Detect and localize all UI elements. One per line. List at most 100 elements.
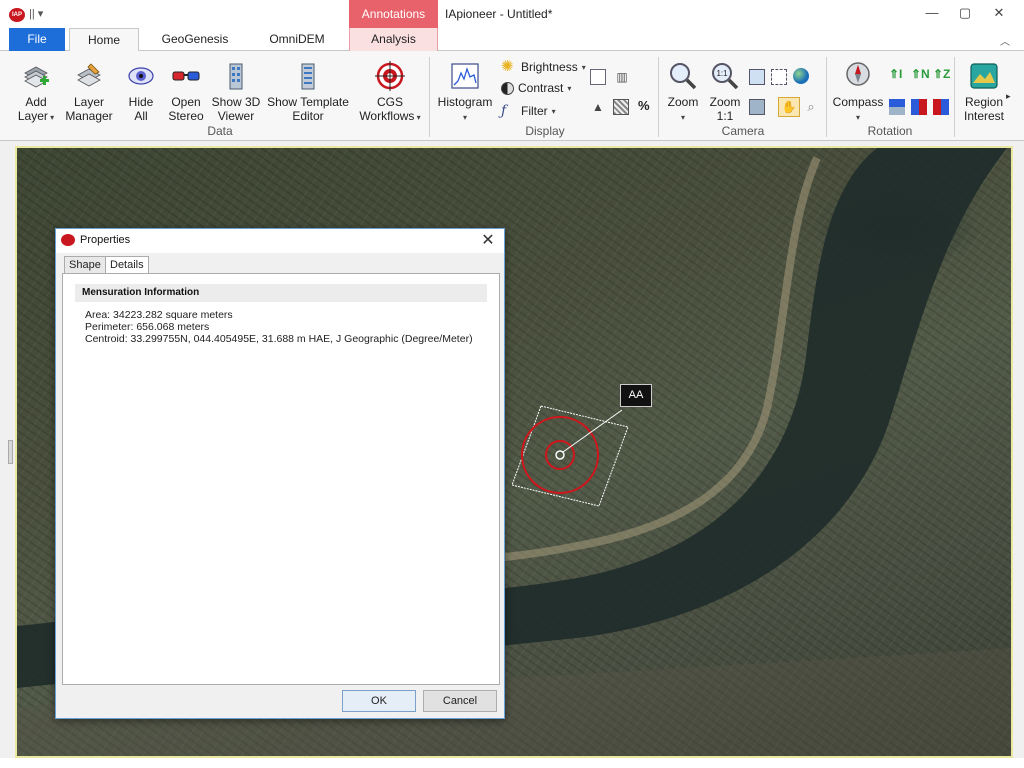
rotate-north-icon[interactable]: ⇑N [911, 67, 930, 81]
show-template-editor-label-1: Show Template [267, 95, 349, 109]
region-interest-button[interactable]: Region Interest [958, 61, 1010, 123]
open-stereo-label-1: Open [171, 95, 201, 109]
rotate-north-up-icon[interactable]: ⇑I [889, 67, 902, 81]
histogram-label: Histogram [437, 95, 493, 109]
collapse-ribbon-icon[interactable]: ︿ [1000, 33, 1010, 48]
layer-manager-label-1: Layer [73, 95, 105, 109]
contrast-button[interactable]: Contrast ▾ [501, 81, 571, 95]
quick-access-toolbar-icon[interactable]: || ▾ [29, 7, 43, 20]
rotate-flip-icon[interactable] [889, 99, 905, 115]
zoom-label: Zoom [667, 95, 699, 109]
filter-label: Filter [521, 104, 548, 118]
zoom-extent-icon[interactable] [749, 69, 765, 85]
zoom-1-1-icon-text: 1:1 [716, 69, 728, 78]
add-layer-label-2: Layer [17, 109, 48, 123]
show-3d-viewer-button[interactable]: Show 3D Viewer [211, 61, 261, 123]
tab-shape[interactable]: Shape [64, 256, 106, 273]
properties-dialog: Properties ✕ Shape Details Mensuration I… [55, 228, 505, 719]
annotations-context-group: Annotations [349, 0, 438, 28]
add-layer-label-1: Add [25, 95, 47, 109]
tab-omnidem[interactable]: OmniDEM [253, 28, 341, 51]
compass-label: Compass [832, 95, 884, 109]
eye-icon [128, 67, 154, 85]
zoom-1-1-label-2: 1:1 [716, 109, 734, 123]
percent-button[interactable]: % [638, 98, 650, 113]
region-interest-label-1: Region [964, 95, 1004, 109]
title-bar: IAP || ▾ Annotations IApioneer - Untitle… [0, 0, 1024, 28]
show-template-editor-label-2: Editor [292, 109, 324, 123]
annotation-outer-circle[interactable] [521, 416, 599, 494]
zoom-1-1-button[interactable]: 1:1 Zoom 1:1 [706, 61, 744, 123]
maximize-button[interactable]: ▢ [950, 3, 980, 23]
region-map-icon [970, 63, 998, 89]
dialog-title-bar[interactable]: Properties ✕ [56, 229, 504, 253]
pattern-icon[interactable] [613, 99, 629, 115]
open-stereo-button[interactable]: Open Stereo [166, 61, 206, 123]
pan-hand-icon[interactable]: ✋ [778, 97, 800, 117]
app-logo-icon[interactable]: IAP [9, 8, 25, 22]
show-template-editor-button[interactable]: Show Template Editor [265, 61, 351, 123]
app-logo-icon [61, 234, 75, 246]
hide-all-label-1: Hide [128, 95, 154, 109]
tab-analysis[interactable]: Analysis [349, 28, 438, 51]
tab-home[interactable]: Home [69, 28, 139, 52]
region-interest-label-2: Interest [963, 109, 1005, 123]
histogram-icon [451, 63, 479, 89]
group-label-data: Data [207, 124, 233, 138]
compass-icon [846, 62, 870, 86]
rotate-right-icon[interactable] [933, 99, 949, 115]
stereo-glasses-icon [172, 71, 200, 81]
show-3d-viewer-label-2: Viewer [217, 109, 255, 123]
camera-view-icon[interactable] [749, 99, 765, 115]
layer-manager-button[interactable]: Layer Manager [64, 61, 114, 123]
rotate-z-icon[interactable]: ⇑Z [933, 67, 950, 81]
pointer-icon[interactable]: ⌕ [803, 99, 819, 115]
layer-manager-label-2: Manager [65, 109, 113, 123]
zoom-button[interactable]: Zoom ▾ [664, 61, 702, 125]
zoom-selection-icon[interactable] [771, 69, 787, 85]
rotate-left-icon[interactable] [911, 99, 927, 115]
show-3d-viewer-label-1: Show 3D [211, 95, 261, 109]
annotation-inner-circle[interactable] [545, 440, 575, 470]
building-3d-icon [229, 63, 243, 90]
magnifier-icon [670, 63, 697, 90]
ribbon-scroll-right-icon[interactable]: ▸ [1006, 91, 1011, 102]
centroid-text: Centroid: 33.299755N, 044.405495E, 31.68… [85, 333, 473, 345]
cancel-button[interactable]: Cancel [423, 690, 497, 712]
details-panel: Mensuration Information Area: 34223.282 … [62, 273, 500, 685]
ribbon-separator [429, 57, 430, 137]
layer-manager-icon [77, 63, 101, 87]
tab-geogenesis[interactable]: GeoGenesis [149, 28, 241, 51]
levels-icon[interactable]: ▥ [614, 69, 630, 85]
minimize-button[interactable]: — [917, 3, 947, 23]
ribbon-tab-strip: File Home GeoGenesis OmniDEM Analysis ︿ [0, 28, 1024, 52]
compass-button[interactable]: Compass ▾ [832, 61, 884, 125]
close-window-button[interactable]: ✕ [984, 3, 1014, 23]
hide-all-button[interactable]: Hide All [123, 61, 159, 123]
zoom-1-1-icon: 1:1 [712, 63, 739, 90]
perimeter-text: Perimeter: 656.068 meters [85, 321, 210, 333]
add-layer-button[interactable]: Add Layer ▾ [17, 61, 55, 125]
add-layer-icon [24, 66, 49, 88]
globe-icon[interactable] [793, 68, 809, 84]
cgs-workflows-button[interactable]: CGS Workflows ▾ [357, 61, 423, 125]
group-label-display: Display [525, 124, 565, 138]
cgs-workflows-label-1: CGS [376, 95, 403, 109]
dialog-title: Properties [80, 234, 131, 246]
tab-file[interactable]: File [9, 28, 65, 51]
ribbon: Add Layer ▾ Layer Manager Hide All Open … [0, 51, 1024, 141]
curve-icon[interactable] [590, 69, 606, 85]
ok-button[interactable]: OK [342, 690, 416, 712]
tab-details[interactable]: Details [105, 256, 149, 274]
annotation-label[interactable]: AA [620, 384, 652, 407]
dialog-close-button[interactable]: ✕ [478, 230, 498, 250]
left-panel-grip[interactable] [8, 440, 13, 464]
filter-button[interactable]: ƒ Filter ▾ [501, 103, 556, 119]
histogram-button[interactable]: Histogram ▾ [435, 61, 495, 125]
brightness-button[interactable]: ✺ Brightness ▾ [501, 59, 586, 75]
brightness-label: Brightness [521, 60, 578, 74]
sharpen-icon[interactable]: ▲ [590, 99, 606, 115]
cgs-workflows-label-2: Workflows [359, 109, 415, 123]
group-label-camera: Camera [721, 124, 765, 138]
annotation-centroid-marker[interactable] [555, 450, 565, 460]
